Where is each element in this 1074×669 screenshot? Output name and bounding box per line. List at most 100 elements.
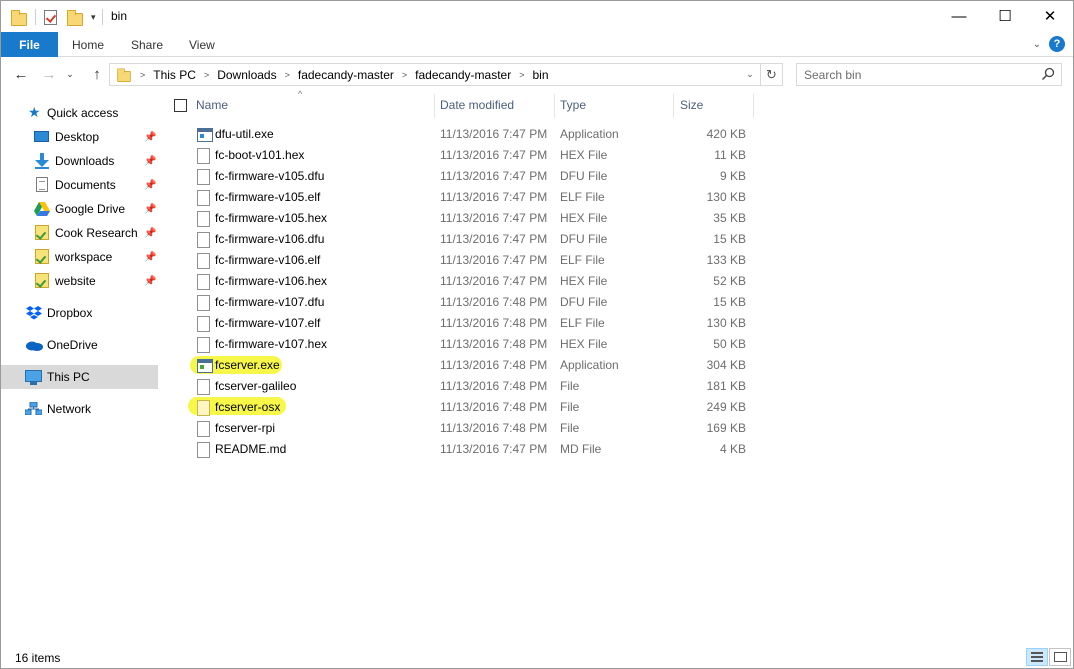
folder-icon[interactable] — [11, 9, 27, 26]
pin-icon[interactable]: 📌 — [144, 156, 156, 167]
file-size: 52 KB — [713, 274, 746, 288]
column-header-date[interactable]: Date modified — [440, 91, 514, 118]
table-row[interactable]: fc-firmware-v106.hex 11/13/2016 7:47 PM … — [189, 271, 754, 292]
table-row[interactable]: fc-firmware-v107.elf 11/13/2016 7:48 PM … — [189, 313, 754, 334]
table-row[interactable]: fcserver-osx 11/13/2016 7:48 PM File 249… — [189, 397, 754, 418]
column-header-type[interactable]: Type — [560, 91, 586, 118]
column-divider[interactable] — [753, 94, 754, 118]
forward-button[interactable]: → — [39, 64, 59, 84]
sidebar-item-label: Downloads — [55, 154, 115, 168]
breadcrumb-downloads[interactable]: Downloads — [217, 68, 276, 82]
recent-locations-button[interactable]: ⌄ — [63, 64, 77, 84]
sidebar-item-documents[interactable]: Documents 📌 — [1, 173, 158, 197]
refresh-button[interactable]: ↻ — [761, 63, 783, 86]
table-row[interactable]: fcserver-rpi 11/13/2016 7:48 PM File 169… — [189, 418, 754, 439]
computer-icon — [25, 370, 42, 385]
large-icons-view-button[interactable] — [1049, 648, 1071, 666]
tab-share[interactable]: Share — [131, 32, 163, 57]
folder-icon — [35, 249, 49, 264]
file-icon — [197, 442, 210, 458]
file-type: ELF File — [560, 190, 605, 204]
file-icon — [197, 253, 210, 269]
folder-icon — [35, 225, 49, 240]
pin-icon[interactable]: 📌 — [144, 180, 156, 191]
select-all-checkbox[interactable] — [174, 99, 187, 112]
file-icon — [197, 337, 210, 353]
table-row[interactable]: dfu-util.exe 11/13/2016 7:47 PM Applicat… — [189, 124, 754, 145]
file-date: 11/13/2016 7:47 PM — [440, 190, 548, 204]
help-icon[interactable]: ? — [1049, 36, 1065, 52]
details-view-button[interactable] — [1026, 648, 1048, 666]
column-divider[interactable] — [673, 94, 674, 118]
tab-home[interactable]: Home — [72, 32, 104, 57]
table-row[interactable]: fc-firmware-v105.elf 11/13/2016 7:47 PM … — [189, 187, 754, 208]
column-header-name[interactable]: Name — [196, 91, 228, 118]
column-header-size[interactable]: Size — [680, 91, 703, 118]
table-row[interactable]: fc-firmware-v106.dfu 11/13/2016 7:47 PM … — [189, 229, 754, 250]
search-icon[interactable] — [1041, 67, 1055, 81]
breadcrumb-this-pc[interactable]: This PC — [153, 68, 196, 82]
breadcrumb-bin[interactable]: bin — [532, 68, 548, 82]
file-icon — [197, 274, 210, 290]
tab-file[interactable]: File — [1, 32, 58, 57]
sidebar-item-network[interactable]: Network — [1, 397, 158, 421]
properties-icon[interactable] — [44, 9, 57, 25]
minimize-button[interactable]: — — [936, 1, 982, 31]
address-bar[interactable]: > This PC > Downloads > fadecandy-master… — [109, 63, 761, 86]
table-row[interactable]: fc-firmware-v105.hex 11/13/2016 7:47 PM … — [189, 208, 754, 229]
table-row[interactable]: README.md 11/13/2016 7:47 PM MD File 4 K… — [189, 439, 754, 460]
sidebar-item-workspace[interactable]: workspace 📌 — [1, 245, 158, 269]
chevron-right-icon[interactable]: > — [519, 70, 524, 80]
pin-icon[interactable]: 📌 — [144, 228, 156, 239]
table-row[interactable]: fc-boot-v101.hex 11/13/2016 7:47 PM HEX … — [189, 145, 754, 166]
search-box[interactable]: Search bin — [796, 63, 1062, 86]
file-name: fcserver-osx — [215, 400, 281, 414]
file-size: 169 KB — [706, 421, 746, 435]
sidebar-item-desktop[interactable]: Desktop 📌 — [1, 125, 158, 149]
file-list: ^ Name Date modified Type Size dfu-util.… — [159, 89, 1073, 644]
pin-icon[interactable]: 📌 — [144, 132, 156, 143]
file-type: File — [560, 421, 580, 435]
file-name: fc-firmware-v107.hex — [215, 337, 328, 351]
chevron-right-icon[interactable]: > — [140, 70, 145, 80]
customize-toolbar-icon[interactable]: ▾ — [91, 12, 96, 23]
sidebar-item-cook-research[interactable]: Cook Research 📌 — [1, 221, 158, 245]
chevron-right-icon[interactable]: > — [285, 70, 290, 80]
pin-icon[interactable]: 📌 — [144, 276, 156, 287]
maximize-button[interactable]: ☐ — [982, 1, 1028, 31]
table-row[interactable]: fcserver.exe 11/13/2016 7:48 PM Applicat… — [189, 355, 754, 376]
sidebar-item-this-pc[interactable]: This PC — [1, 365, 158, 389]
table-row[interactable]: fc-firmware-v107.hex 11/13/2016 7:48 PM … — [189, 334, 754, 355]
sidebar-item-onedrive[interactable]: OneDrive — [1, 333, 158, 357]
file-explorer-window: ▾ bin — ☐ ✕ File Home Share View ⌄ ? ← →… — [0, 0, 1074, 669]
file-name: dfu-util.exe — [215, 127, 274, 141]
table-row[interactable]: fc-firmware-v105.dfu 11/13/2016 7:47 PM … — [189, 166, 754, 187]
table-row[interactable]: fcserver-galileo 11/13/2016 7:48 PM File… — [189, 376, 754, 397]
column-divider[interactable] — [434, 94, 435, 118]
file-name: fc-firmware-v106.dfu — [215, 232, 325, 246]
file-name: fc-boot-v101.hex — [215, 148, 305, 162]
up-button[interactable]: ↑ — [87, 64, 107, 84]
back-button[interactable]: ← — [11, 64, 31, 84]
expand-ribbon-icon[interactable]: ⌄ — [1033, 39, 1041, 50]
sidebar-item-website[interactable]: website 📌 — [1, 269, 158, 293]
file-name: fcserver-galileo — [215, 379, 297, 393]
chevron-right-icon[interactable]: > — [402, 70, 407, 80]
table-row[interactable]: fc-firmware-v106.elf 11/13/2016 7:47 PM … — [189, 250, 754, 271]
table-row[interactable]: fc-firmware-v107.dfu 11/13/2016 7:48 PM … — [189, 292, 754, 313]
sidebar-item-dropbox[interactable]: Dropbox — [1, 301, 158, 325]
address-dropdown-icon[interactable]: ⌄ — [742, 66, 758, 83]
chevron-right-icon[interactable]: > — [204, 70, 209, 80]
breadcrumb-fadecandy-master-inner[interactable]: fadecandy-master — [415, 68, 511, 82]
close-button[interactable]: ✕ — [1027, 1, 1073, 31]
sidebar-item-downloads[interactable]: Downloads 📌 — [1, 149, 158, 173]
pin-icon[interactable]: 📌 — [144, 252, 156, 263]
column-divider[interactable] — [554, 94, 555, 118]
tab-view[interactable]: View — [189, 32, 215, 57]
sidebar-item-quick-access[interactable]: ★ Quick access — [1, 101, 158, 125]
pin-icon[interactable]: 📌 — [144, 204, 156, 215]
new-folder-icon[interactable] — [67, 9, 83, 26]
breadcrumb-fadecandy-master[interactable]: fadecandy-master — [298, 68, 394, 82]
ribbon: File Home Share View ⌄ ? — [1, 32, 1073, 57]
sidebar-item-google-drive[interactable]: Google Drive 📌 — [1, 197, 158, 221]
